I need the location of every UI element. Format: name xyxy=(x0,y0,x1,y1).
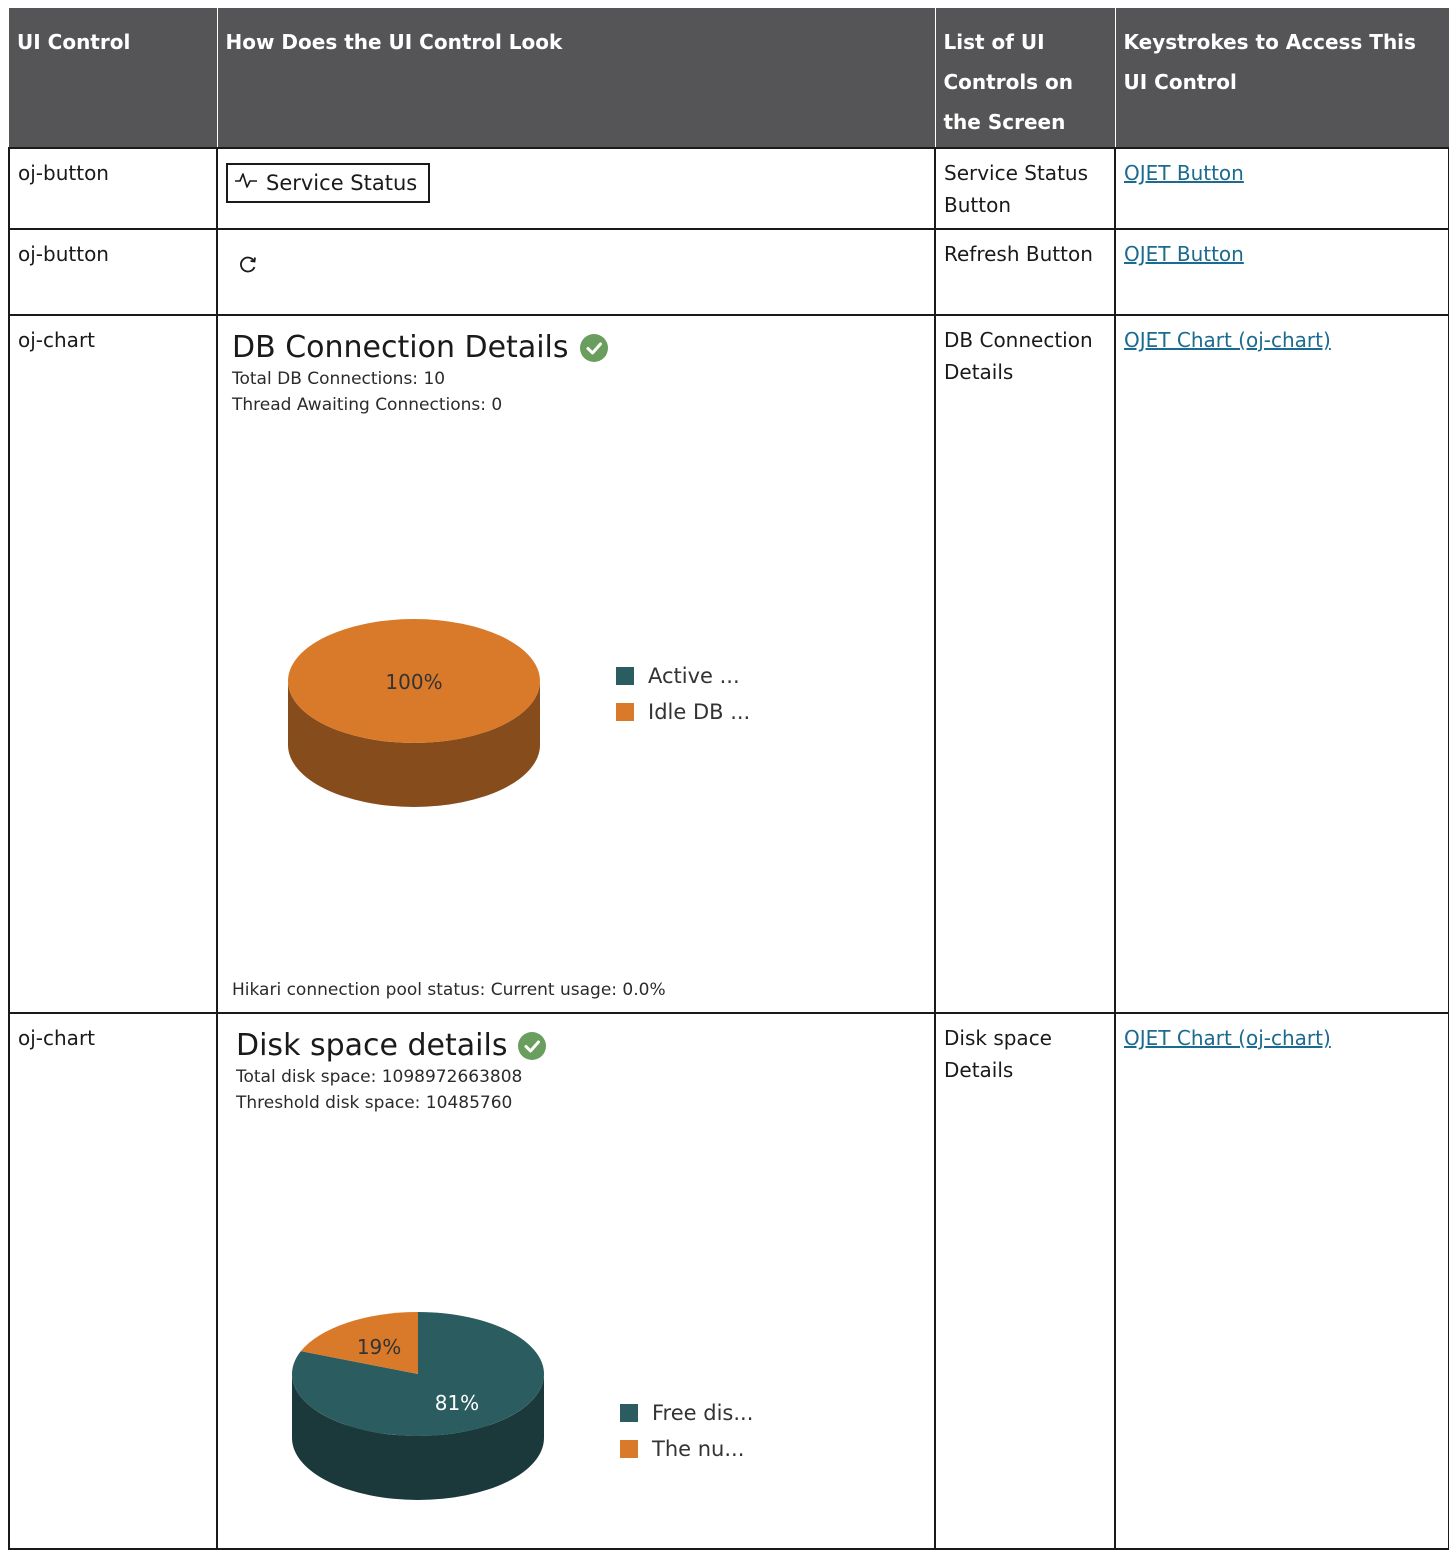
chart-legend: Active ... Idle DB ... xyxy=(616,658,750,730)
pool-status-footer: Hikari connection pool status: Current u… xyxy=(232,980,666,1000)
control-name: oj-button xyxy=(8,147,218,230)
service-status-label: Service Status xyxy=(266,171,418,195)
control-name: oj-button xyxy=(8,228,218,316)
service-status-button[interactable]: Service Status xyxy=(226,163,430,203)
pie-chart: 81% 19% xyxy=(292,1312,544,1500)
header-ui-control: UI Control xyxy=(9,8,218,148)
pie-chart: 100% xyxy=(288,619,540,807)
header-row: UI Control How Does the UI Control Look … xyxy=(9,8,1449,148)
check-circle-icon xyxy=(579,333,609,363)
table-row: oj-chart DB Connection Details Total DB … xyxy=(8,314,1449,1014)
header-list: List of UI Controls on the Screen xyxy=(935,8,1116,148)
header-look: How Does the UI Control Look xyxy=(217,8,936,148)
disk-space-chart-panel: Disk space details Total disk space: 109… xyxy=(226,1028,926,1548)
activity-pulse-icon xyxy=(234,167,258,199)
look-cell: DB Connection Details Total DB Connectio… xyxy=(216,314,936,1014)
threshold-disk-space: Threshold disk space: 10485760 xyxy=(236,1093,513,1113)
ojet-button-link[interactable]: OJET Button xyxy=(1124,242,1244,266)
table-row: oj-button Service Status Service Status … xyxy=(8,147,1449,230)
legend-label: Active ... xyxy=(648,664,740,688)
control-list: DB Connection Details xyxy=(934,314,1116,1014)
pie-slice-label: 81% xyxy=(435,1391,479,1415)
db-connection-chart-panel: DB Connection Details Total DB Connectio… xyxy=(226,330,926,1010)
check-circle-icon xyxy=(517,1031,547,1061)
pie-slice-label: 19% xyxy=(357,1335,401,1359)
table-row: oj-chart Disk space details Total disk s… xyxy=(8,1012,1449,1550)
chart-legend: Free dis... The nu... xyxy=(620,1395,753,1467)
keystrokes-cell: OJET Chart (oj-chart) xyxy=(1114,314,1449,1014)
legend-swatch xyxy=(620,1404,638,1422)
chart-title: Disk space details xyxy=(236,1028,508,1063)
legend-item[interactable]: Free dis... xyxy=(620,1395,753,1431)
legend-swatch xyxy=(616,667,634,685)
refresh-icon[interactable] xyxy=(236,256,260,281)
legend-swatch xyxy=(616,703,634,721)
legend-label: The nu... xyxy=(652,1437,745,1461)
look-cell: Disk space details Total disk space: 109… xyxy=(216,1012,936,1550)
control-list: Refresh Button xyxy=(934,228,1116,316)
total-disk-space: Total disk space: 1098972663808 xyxy=(236,1067,523,1087)
ui-controls-table: UI Control How Does the UI Control Look … xyxy=(8,8,1449,1550)
legend-item[interactable]: Idle DB ... xyxy=(616,694,750,730)
ojet-chart-link[interactable]: OJET Chart (oj-chart) xyxy=(1124,1026,1331,1050)
legend-swatch xyxy=(620,1440,638,1458)
table-row: oj-button Refresh Button OJET Button xyxy=(8,228,1449,316)
legend-label: Free dis... xyxy=(652,1401,754,1425)
chart-title: DB Connection Details xyxy=(232,330,569,365)
legend-item[interactable]: Active ... xyxy=(616,658,750,694)
ojet-button-link[interactable]: OJET Button xyxy=(1124,161,1244,185)
look-cell xyxy=(216,228,936,316)
pie-slice-label: 100% xyxy=(385,670,442,694)
ojet-chart-link[interactable]: OJET Chart (oj-chart) xyxy=(1124,328,1331,352)
keystrokes-cell: OJET Button xyxy=(1114,228,1449,316)
control-list: Service Status Button xyxy=(934,147,1116,230)
control-list: Disk space Details xyxy=(934,1012,1116,1550)
thread-awaiting-connections: Thread Awaiting Connections: 0 xyxy=(232,395,503,415)
control-name: oj-chart xyxy=(8,1012,218,1550)
header-keystrokes: Keystrokes to Access This UI Control xyxy=(1115,8,1449,148)
keystrokes-cell: OJET Chart (oj-chart) xyxy=(1114,1012,1449,1550)
legend-item[interactable]: The nu... xyxy=(620,1431,753,1467)
total-db-connections: Total DB Connections: 10 xyxy=(232,369,446,389)
look-cell: Service Status xyxy=(216,147,936,230)
legend-label: Idle DB ... xyxy=(648,700,751,724)
control-name: oj-chart xyxy=(8,314,218,1014)
keystrokes-cell: OJET Button xyxy=(1114,147,1449,230)
